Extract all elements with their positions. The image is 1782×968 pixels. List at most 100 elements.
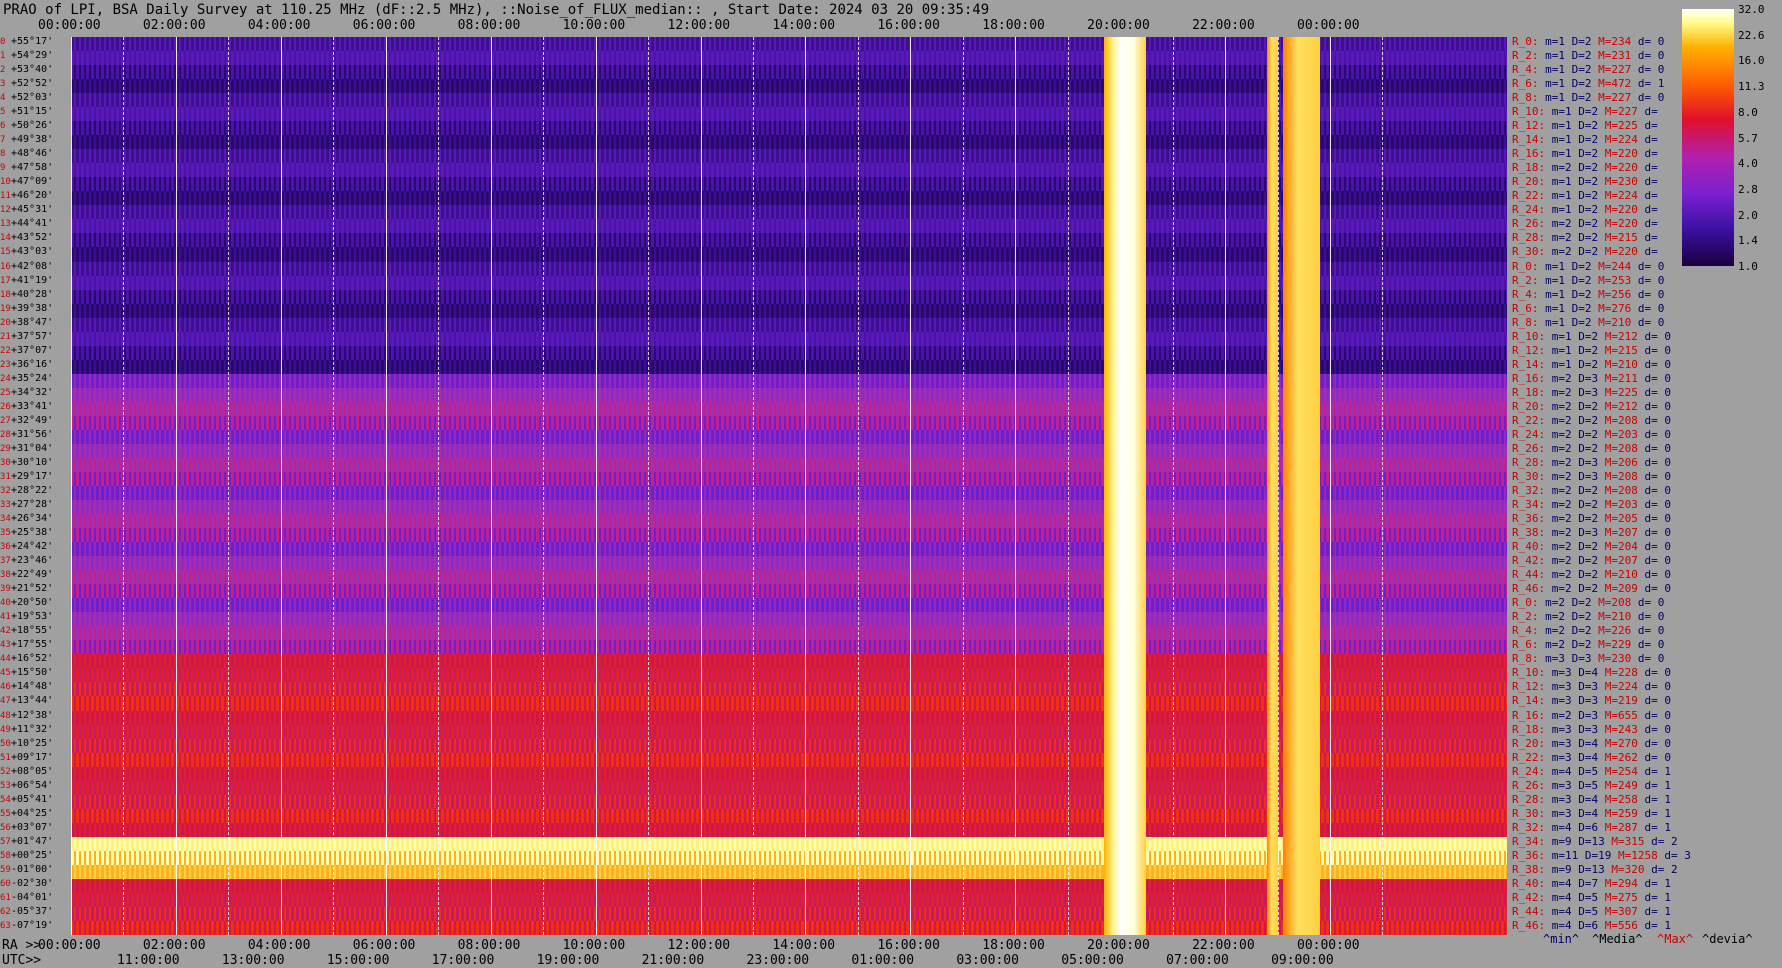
y-tick-dec: +47°09' — [11, 176, 54, 188]
y-tick-dec: +37°07' — [11, 344, 54, 356]
stats-field: R_20: — [1512, 175, 1552, 189]
stats-field: R_0: — [1512, 259, 1546, 273]
stats-row: R_14: m=1 D=2 M=224 d= — [1512, 133, 1682, 147]
stats-field: D=2 — [1578, 119, 1605, 133]
y-tick-index: 33 — [0, 500, 11, 511]
y-tick-label: 6 +50°26' — [0, 120, 71, 132]
y-tick-label: 35+25°38' — [0, 528, 71, 539]
stats-field: d= 0 — [1644, 708, 1672, 722]
grid-line-minor — [752, 37, 754, 935]
y-tick-index: 51 — [0, 752, 11, 763]
stats-field: d= 1 — [1644, 890, 1672, 904]
stats-field: m=4 — [1551, 764, 1579, 778]
y-tick-label: 11+46°20' — [0, 191, 71, 202]
stats-field: d= 1 — [1644, 792, 1672, 806]
stats-field: D=3 — [1578, 526, 1605, 540]
stats-field: m=2 — [1551, 441, 1579, 455]
stats-field: d= 0 — [1644, 371, 1672, 385]
stats-row: R_24: m=1 D=2 M=220 d= — [1512, 203, 1682, 217]
y-tick-index: 8 — [0, 149, 6, 160]
stats-field: D=2 — [1571, 624, 1599, 638]
stats-field: R_10: — [1512, 666, 1552, 680]
stats-field: M=287 — [1604, 820, 1645, 834]
stats-field: M=230 — [1604, 175, 1645, 189]
stats-row: R_46: m=2 D=2 M=209 d= 0 — [1512, 582, 1682, 596]
stats-row: R_24: m=2 D=2 M=203 d= 0 — [1512, 428, 1682, 442]
y-tick-index: 52 — [0, 766, 11, 777]
y-tick-label: 1 +54°29' — [0, 51, 71, 62]
y-tick-label: 0 +55°17' — [0, 37, 71, 48]
y-tick-dec: -05°37' — [11, 905, 54, 917]
stats-field: D=4 — [1578, 792, 1605, 806]
y-tick-index: 46 — [0, 682, 11, 693]
stats-field: R_12: — [1512, 343, 1552, 357]
stats-field: D=2 — [1578, 343, 1605, 357]
y-tick-dec: +48°46' — [11, 148, 54, 160]
stats-row: R_26: m=2 D=2 M=220 d= — [1512, 217, 1682, 231]
stats-field: R_40: — [1512, 876, 1552, 890]
x-bottom-ra-tick: 04:00:00 — [247, 938, 311, 953]
x-top-tick-label: 16:00:00 — [877, 18, 940, 33]
stats-field: D=2 — [1578, 582, 1605, 596]
stats-field: d= 1 — [1644, 876, 1672, 890]
y-tick-label: 29+31°04' — [0, 443, 71, 454]
y-tick-index: 10 — [0, 177, 11, 188]
stats-field: R_42: — [1512, 890, 1552, 904]
stats-field: m=3 — [1551, 680, 1579, 694]
stats-field: D=3 — [1578, 680, 1605, 694]
stats-field: d= — [1644, 189, 1665, 203]
stats-field: R_4: — [1512, 624, 1546, 638]
stats-field: d= 1 — [1644, 778, 1672, 792]
y-tick-dec: +50°26' — [11, 120, 54, 132]
stats-field: d= 0 — [1637, 638, 1665, 652]
stats-field: R_36: — [1512, 848, 1552, 862]
grid-line — [175, 37, 177, 935]
bright-column — [1104, 37, 1147, 935]
stats-row: R_4: m=2 D=2 M=226 d= 0 — [1512, 624, 1682, 638]
stats-field: m=2 — [1551, 568, 1579, 582]
stats-field: d= — [1644, 231, 1665, 245]
x-bottom-ra-tick: 16:00:00 — [877, 938, 940, 953]
x-bottom-ra-tick: 14:00:00 — [772, 938, 836, 953]
y-tick-dec: +39°38' — [11, 302, 54, 314]
stats-field: m=11 — [1551, 848, 1585, 862]
y-tick-dec: +51°15' — [11, 106, 54, 118]
x-bottom-utc-tick: 13:00:00 — [221, 953, 285, 968]
legend-entry: ^min^ — [1543, 932, 1580, 946]
stats-field: m=1 — [1551, 119, 1579, 133]
x-top-tick-label: 06:00:00 — [352, 18, 416, 33]
stats-field: R_20: — [1512, 736, 1552, 750]
stats-field: d= 0 — [1644, 455, 1672, 469]
grid-line-minor — [1277, 37, 1279, 935]
stats-field: D=19 — [1584, 848, 1618, 862]
stats-field: R_12: — [1512, 119, 1552, 133]
stats-field: d= 0 — [1637, 273, 1665, 287]
stats-field: D=13 — [1578, 834, 1612, 848]
x-top-tick-label: 20:00:00 — [1087, 18, 1150, 33]
y-tick-index: 27 — [0, 415, 11, 426]
stats-row: R_18: m=3 D=3 M=243 d= 0 — [1512, 723, 1682, 737]
stats-field: D=2 — [1571, 91, 1599, 105]
y-tick-dec: +41°19' — [11, 274, 54, 286]
stats-field: R_20: — [1512, 399, 1552, 413]
y-tick-label: 8 +48°46' — [0, 148, 71, 160]
stats-field: d= 1 — [1644, 806, 1672, 820]
y-tick-label: 23+36°16' — [0, 359, 71, 370]
stats-field: M=229 — [1598, 638, 1638, 652]
y-tick-label: 50+10°25' — [0, 738, 71, 749]
x-bottom-ra-tick: 22:00:00 — [1192, 938, 1255, 953]
stats-row: R_28: m=2 D=2 M=215 d= — [1512, 231, 1682, 245]
stats-field: m=2 — [1551, 427, 1579, 441]
y-tick-dec: +20°50' — [11, 597, 54, 609]
stats-field: m=2 — [1551, 540, 1579, 554]
stats-field: D=4 — [1578, 806, 1605, 820]
stats-field: d= 0 — [1644, 750, 1672, 764]
stats-field: D=2 — [1578, 329, 1605, 343]
y-tick-label: 45+15°50' — [0, 668, 71, 679]
stats-row: R_22: m=2 D=2 M=208 d= 0 — [1512, 414, 1682, 428]
stats-field: D=5 — [1578, 904, 1605, 918]
y-tick-label: 4 +52°03' — [0, 93, 71, 104]
stats-field: m=3 — [1545, 652, 1572, 666]
y-tick-index: 57 — [0, 836, 11, 847]
y-tick-label: 47+13°44' — [0, 696, 71, 707]
